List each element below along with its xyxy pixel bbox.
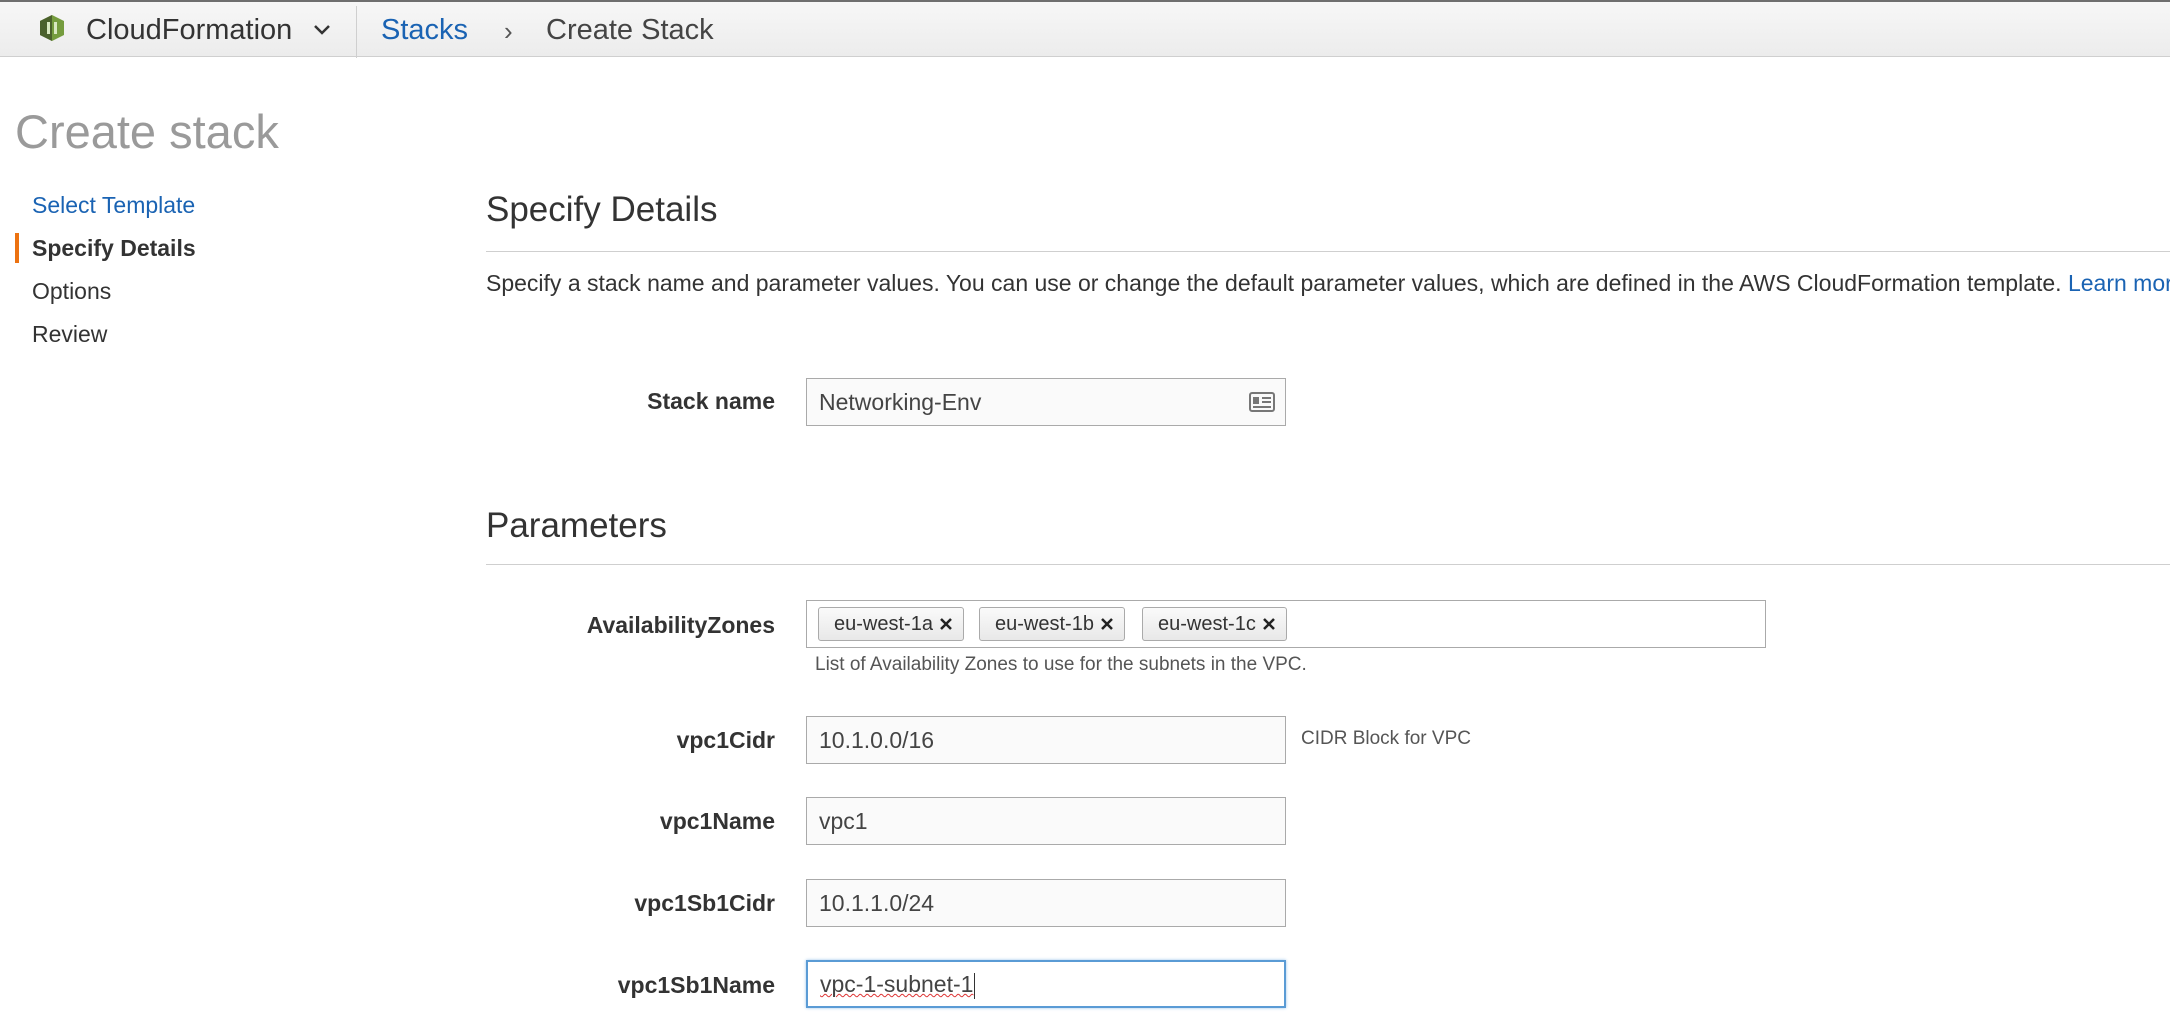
cloudformation-logo-icon[interactable] <box>38 14 66 42</box>
az-tag-label: eu-west-1b <box>995 613 1094 635</box>
step-specify-details: Specify Details <box>15 231 196 274</box>
vpc1sb1name-value: vpc-1-subnet-1 <box>820 971 974 997</box>
vpc1sb1name-input[interactable]: vpc-1-subnet-1 <box>806 960 1286 1008</box>
step-review: Review <box>32 321 108 347</box>
top-navigation-bar: CloudFormation Stacks › Create Stack <box>0 0 2170 58</box>
remove-tag-icon[interactable] <box>1262 617 1276 631</box>
chevron-down-icon[interactable] <box>312 20 332 40</box>
vpc1sb1cidr-value: 10.1.1.0/24 <box>819 890 935 916</box>
stack-name-label: Stack name <box>647 388 775 414</box>
availability-zones-label: AvailabilityZones <box>586 612 775 638</box>
vpc1cidr-value: 10.1.0.0/16 <box>819 727 935 753</box>
text-cursor <box>974 972 976 999</box>
intro-description: Specify a stack name and parameter value… <box>486 270 2062 296</box>
step-options: Options <box>32 278 112 304</box>
breadcrumb-current: Create Stack <box>546 14 714 46</box>
breadcrumb-separator: › <box>504 16 513 46</box>
section-divider <box>486 251 2170 252</box>
service-menu-label[interactable]: CloudFormation <box>86 14 292 47</box>
az-tag-label: eu-west-1c <box>1158 613 1256 635</box>
az-tag: eu-west-1b <box>979 607 1125 641</box>
vpc1cidr-help: CIDR Block for VPC <box>1301 728 1471 749</box>
vpc1name-value: vpc1 <box>819 808 868 834</box>
stack-name-value: Networking-Env <box>819 389 982 415</box>
vpc1sb1cidr-label: vpc1Sb1Cidr <box>634 890 775 916</box>
remove-tag-icon[interactable] <box>1100 617 1114 631</box>
section-heading-specify-details: Specify Details <box>486 190 718 229</box>
vpc1sb1cidr-input[interactable]: 10.1.1.0/24 <box>806 879 1286 927</box>
vpc1cidr-input[interactable]: 10.1.0.0/16 <box>806 716 1286 764</box>
availability-zones-multiselect[interactable]: eu-west-1a eu-west-1b eu-west-1c <box>806 600 1766 648</box>
page-title: Create stack <box>15 105 279 158</box>
stack-name-input[interactable]: Networking-Env <box>806 378 1286 426</box>
section-heading-parameters: Parameters <box>486 506 667 545</box>
vpc1name-input[interactable]: vpc1 <box>806 797 1286 845</box>
intro-text: Specify a stack name and parameter value… <box>486 270 2170 297</box>
learn-more-link[interactable]: Learn more. <box>2068 270 2170 296</box>
topbar-divider <box>356 6 357 58</box>
section-divider <box>486 564 2170 565</box>
vpc1cidr-label: vpc1Cidr <box>676 727 775 753</box>
wizard-steps-nav: Select Template Specify Details Options … <box>15 188 196 360</box>
vpc1name-label: vpc1Name <box>659 808 775 834</box>
step-select-template[interactable]: Select Template <box>15 188 196 231</box>
az-tag: eu-west-1a <box>818 607 964 641</box>
contact-card-icon <box>1249 392 1275 412</box>
az-tag: eu-west-1c <box>1142 607 1287 641</box>
breadcrumb-stacks-link[interactable]: Stacks <box>381 14 468 47</box>
az-tag-label: eu-west-1a <box>834 613 933 635</box>
vpc1sb1name-label: vpc1Sb1Name <box>617 972 775 998</box>
remove-tag-icon[interactable] <box>939 617 953 631</box>
availability-zones-help: List of Availability Zones to use for th… <box>815 654 1307 675</box>
